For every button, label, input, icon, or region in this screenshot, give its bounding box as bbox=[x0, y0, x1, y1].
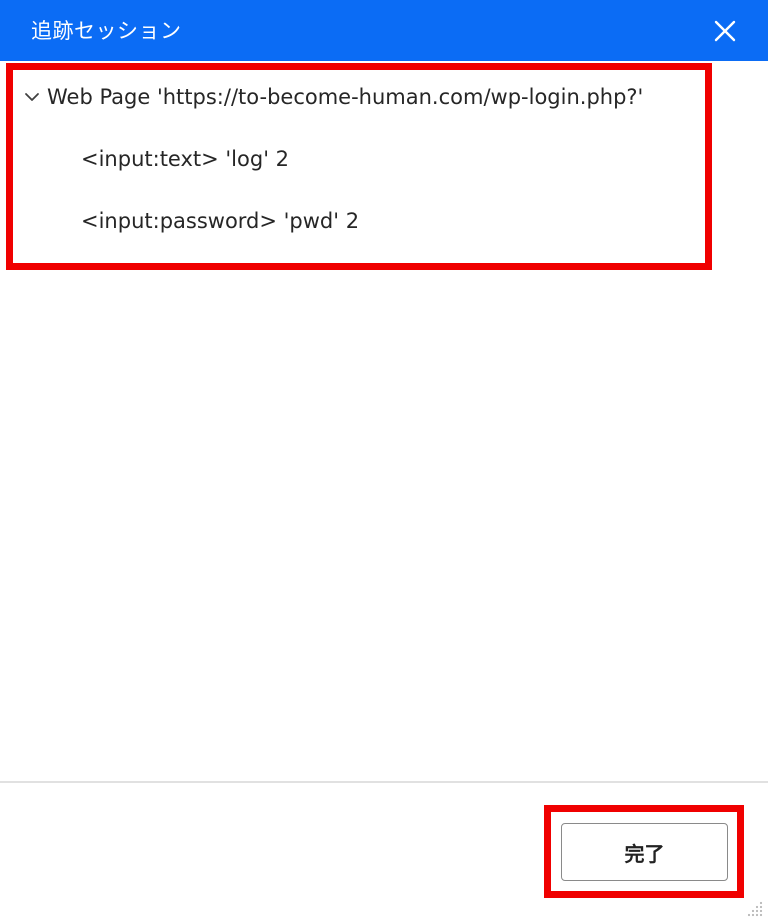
resize-grip[interactable] bbox=[744, 898, 764, 918]
resize-grip-icon bbox=[747, 901, 763, 917]
chevron-down-icon bbox=[25, 93, 39, 101]
footer-divider bbox=[0, 781, 768, 783]
done-button[interactable]: 完了 bbox=[561, 823, 728, 881]
title-bar: 追跡セッション bbox=[0, 0, 768, 61]
expand-toggle[interactable] bbox=[23, 89, 41, 103]
close-button[interactable] bbox=[705, 11, 745, 51]
close-icon bbox=[714, 20, 736, 42]
tree-item-input-password[interactable]: <input:password> 'pwd' 2 bbox=[81, 207, 359, 235]
tracking-session-dialog: 追跡セッション Web Page 'https://to-become-huma… bbox=[0, 0, 768, 922]
dialog-title: 追跡セッション bbox=[31, 19, 182, 43]
tree-item-web-page[interactable]: Web Page 'https://to-become-human.com/wp… bbox=[47, 83, 643, 111]
tree-item-input-text[interactable]: <input:text> 'log' 2 bbox=[81, 145, 289, 173]
